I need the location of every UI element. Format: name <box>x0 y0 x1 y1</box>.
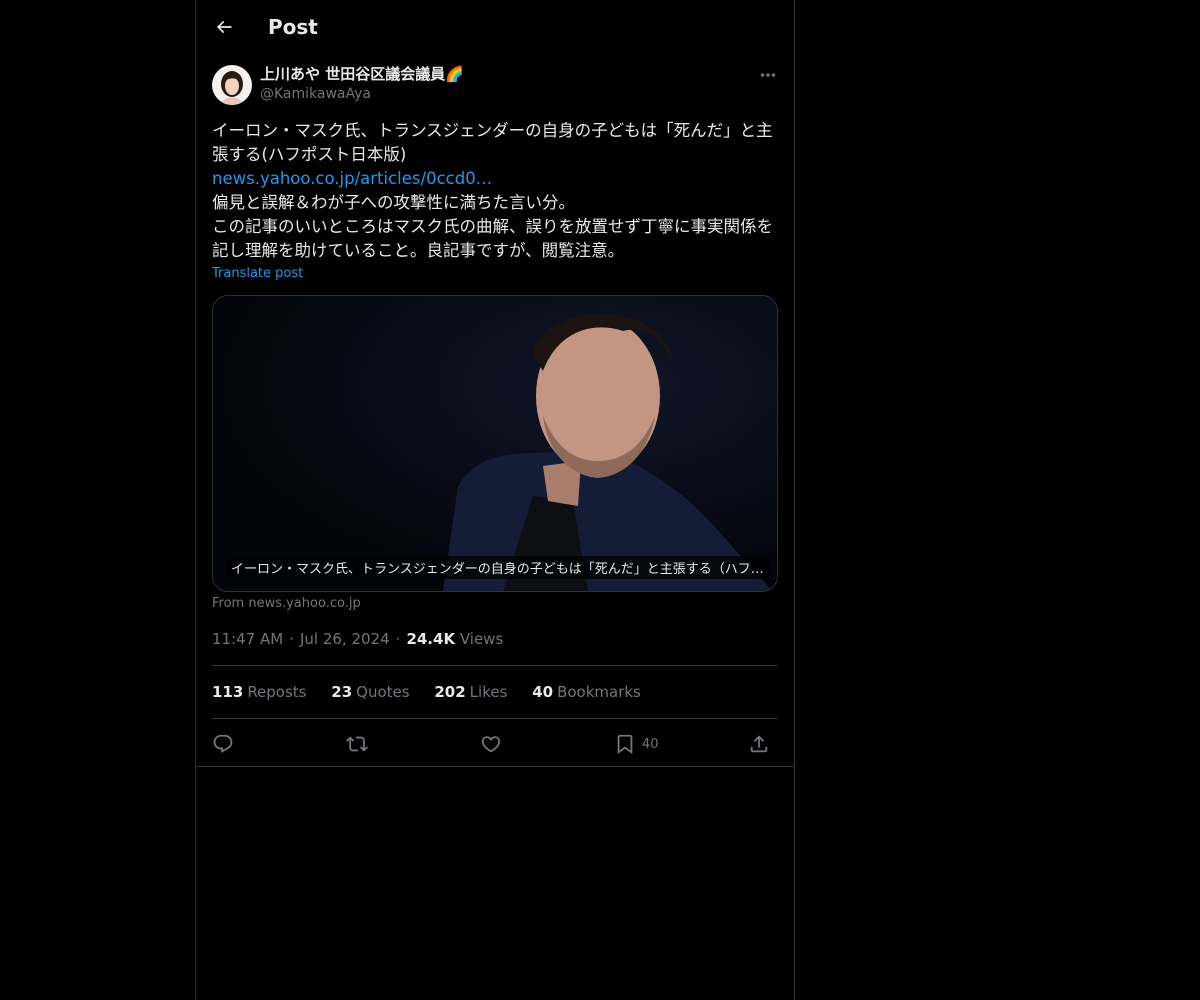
bookmark-icon <box>617 734 633 755</box>
quotes-stat[interactable]: 23 Quotes <box>331 682 409 702</box>
share-button[interactable] <box>748 730 770 758</box>
post-column: Post 上川あや 世田谷区議会議員🌈 @KamikawaAya イーロン・マス… <box>195 0 795 1000</box>
like-button[interactable] <box>480 730 502 758</box>
author-display-name[interactable]: 上川あや 世田谷区議会議員🌈 <box>260 64 464 84</box>
author-info: 上川あや 世田谷区議会議員🌈 @KamikawaAya <box>260 64 464 104</box>
link-preview-card[interactable]: イーロン・マスク氏、トランスジェンダーの自身の子どもは「死んだ」と主張する（ハフ… <box>212 295 778 592</box>
divider <box>212 665 778 666</box>
article-link[interactable]: news.yahoo.co.jp/articles/0ccd0… <box>212 169 492 188</box>
post-text-line: この記事のいいところはマスク氏の曲解、誤りを放置せず丁寧に事実関係を記し理解を助… <box>212 217 773 260</box>
post-meta: 11:47 AM · Jul 26, 2024 · 24.4K Views <box>212 630 504 648</box>
post-time[interactable]: 11:47 AM <box>212 630 283 648</box>
divider <box>212 718 778 719</box>
repost-button[interactable] <box>346 730 368 758</box>
likes-stat[interactable]: 202 Likes <box>434 682 507 702</box>
translate-post-link[interactable]: Translate post <box>212 266 303 281</box>
share-icon <box>750 735 768 753</box>
repost-icon <box>346 736 368 752</box>
reply-button[interactable] <box>212 730 234 758</box>
post-text: イーロン・マスク氏、トランスジェンダーの自身の子どもは「死んだ」と主張する(ハフ… <box>212 119 778 263</box>
author-handle[interactable]: @KamikawaAya <box>260 84 464 104</box>
reposts-stat[interactable]: 113 Reposts <box>212 682 307 702</box>
card-source-domain[interactable]: news.yahoo.co.jp <box>248 596 360 611</box>
bookmarks-stat[interactable]: 40 Bookmarks <box>532 682 641 702</box>
reply-icon <box>213 734 233 753</box>
action-bar: 40 <box>212 730 778 758</box>
more-icon <box>760 73 776 77</box>
avatar[interactable] <box>212 65 252 105</box>
bookmark-button[interactable]: 40 <box>614 730 659 758</box>
post-text-line: 偏見と誤解＆わが子への攻撃性に満ちた言い分。 <box>212 193 575 212</box>
views-label: Views <box>459 630 504 648</box>
bookmark-count: 40 <box>642 736 659 752</box>
top-bar: Post <box>196 0 794 54</box>
back-arrow-icon <box>216 20 232 34</box>
page-title: Post <box>268 15 318 39</box>
card-source: From news.yahoo.co.jp <box>212 596 361 611</box>
post-date[interactable]: Jul 26, 2024 <box>300 630 390 648</box>
more-options-button[interactable] <box>756 66 780 84</box>
back-button[interactable] <box>210 13 238 41</box>
divider <box>196 766 794 767</box>
views-count: 24.4K <box>406 630 456 648</box>
like-icon <box>481 736 501 753</box>
engagement-stats: 113 Reposts 23 Quotes 202 Likes 40 Bookmarks <box>212 682 661 702</box>
card-caption: イーロン・マスク氏、トランスジェンダーの自身の子どもは「死んだ」と主張する（ハフ… <box>225 556 770 579</box>
card-image <box>213 296 777 591</box>
post-text-line: イーロン・マスク氏、トランスジェンダーの自身の子どもは「死んだ」と主張する(ハフ… <box>212 121 773 164</box>
card-source-prefix: From <box>212 596 249 611</box>
